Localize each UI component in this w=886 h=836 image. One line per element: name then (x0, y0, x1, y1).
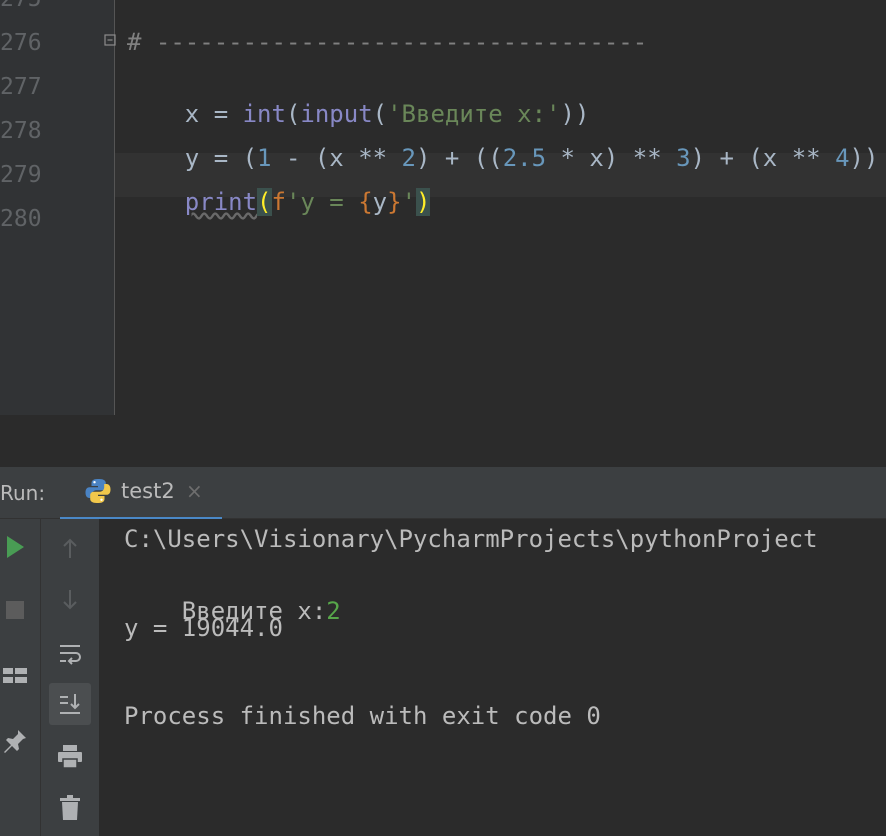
code-line-print[interactable]: print(f'y = {y}') (127, 160, 431, 244)
code-token: { (358, 188, 373, 216)
code-token: } (387, 188, 402, 216)
code-token: ) (416, 188, 431, 216)
soft-wrap-icon[interactable] (53, 637, 87, 671)
run-console-output[interactable]: C:\Users\Visionary\PycharmProjects\pytho… (99, 519, 886, 836)
code-token: 'y = (285, 188, 359, 216)
down-arrow-icon[interactable] (55, 585, 85, 615)
up-arrow-icon[interactable] (55, 533, 85, 563)
line-number-gutter: 275 276 277 278 279 280 (0, 0, 115, 415)
code-token: * x) ** (546, 144, 677, 172)
code-line-comment[interactable]: # ---------------------------------- (127, 28, 647, 56)
code-token: ' (401, 188, 417, 216)
line-number: 278 (0, 118, 42, 144)
run-icon[interactable] (0, 531, 30, 563)
code-token: )) (849, 144, 879, 172)
code-editor[interactable]: 275 276 277 278 279 280 # --------------… (0, 0, 886, 415)
run-tool-header: Run: test2 × (0, 467, 886, 520)
line-number: 277 (0, 74, 42, 100)
run-label: Run: (0, 481, 46, 505)
run-left-toolbar (0, 519, 41, 836)
line-number: 280 (0, 206, 42, 232)
code-token: ( (257, 188, 272, 216)
run-tab-label: test2 (121, 479, 175, 503)
layout-icon[interactable] (0, 661, 30, 691)
scroll-to-end-icon[interactable] (49, 683, 91, 725)
fold-icon[interactable] (104, 33, 118, 49)
console-line-path: C:\Users\Visionary\PycharmProjects\pytho… (124, 525, 818, 553)
python-icon (84, 477, 112, 505)
code-token: y (372, 188, 388, 216)
gutter-border (114, 0, 115, 415)
code-token: print (184, 188, 258, 216)
code-token: 3 (676, 144, 691, 172)
line-number: 279 (0, 162, 42, 188)
stop-icon[interactable] (0, 595, 30, 625)
console-line-finished: Process finished with exit code 0 (124, 702, 601, 730)
line-number: 275 (0, 0, 42, 12)
code-token: f (271, 188, 286, 216)
pin-icon[interactable] (0, 725, 30, 759)
console-input-value: 2 (326, 597, 341, 625)
code-token: 2.5 (502, 144, 547, 172)
trash-icon[interactable] (53, 791, 87, 825)
close-icon[interactable]: × (186, 479, 203, 503)
run-console-toolbar (41, 519, 99, 836)
console-line-result: y = 19044.0 (124, 614, 283, 642)
panel-divider (0, 415, 886, 467)
print-icon[interactable] (53, 739, 87, 773)
code-token: ) + (x ** (690, 144, 836, 172)
code-token: 4 (835, 144, 850, 172)
line-number: 276 (0, 30, 42, 56)
run-tab-test2[interactable]: test2 × (60, 467, 222, 520)
